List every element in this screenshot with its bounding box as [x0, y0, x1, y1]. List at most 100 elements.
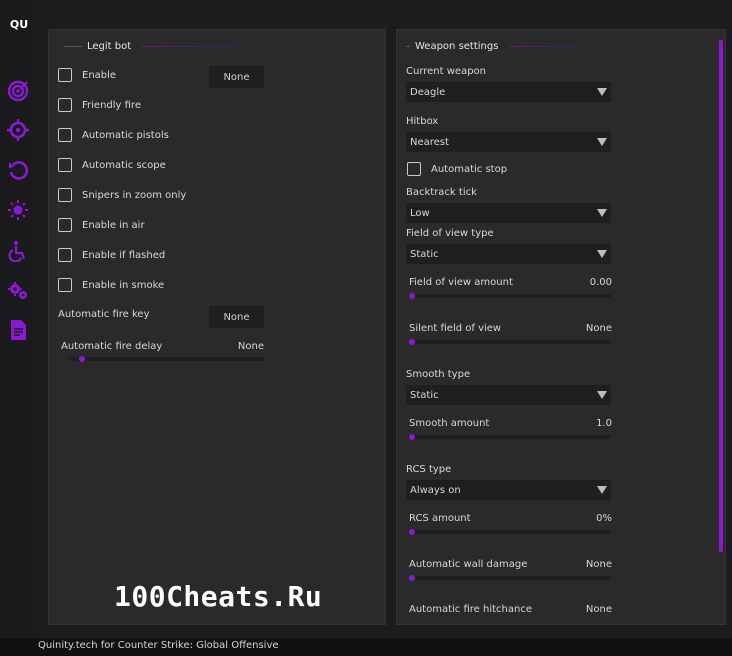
- status-text: Quinity.tech for Counter Strike: Global …: [38, 640, 279, 651]
- watermark: 100Cheats.Ru: [114, 580, 323, 613]
- backtrack-label: Backtrack tick: [406, 187, 477, 198]
- automatic-stop-row[interactable]: Automatic stop: [407, 161, 507, 177]
- rcs-type-value: Always on: [410, 484, 461, 496]
- wall-damage-value: None: [585, 559, 612, 570]
- smooth-amount-value: 1.0: [596, 418, 612, 429]
- wall-damage-label: Automatic wall damage: [409, 559, 528, 570]
- checkbox-row-automatic-pistols[interactable]: Automatic pistols: [58, 127, 169, 143]
- backtrack-dropdown[interactable]: Low: [406, 203, 611, 223]
- slider-handle[interactable]: [409, 434, 415, 440]
- fov-amount-slider[interactable]: [409, 293, 611, 299]
- checkbox-row-enable-in-air[interactable]: Enable in air: [58, 217, 145, 233]
- weapon-settings-scrollbar[interactable]: [719, 40, 723, 552]
- wall-damage-slider[interactable]: [409, 575, 611, 581]
- rcs-amount-value: 0%: [596, 513, 612, 524]
- legit-bot-panel: Legit bot None Enable Friendly fire Automa…: [48, 29, 386, 625]
- chevron-down-icon: [597, 486, 607, 494]
- chevron-down-icon: [597, 391, 607, 399]
- current-weapon-dropdown[interactable]: Deagle: [406, 82, 611, 102]
- chevron-down-icon: [597, 209, 607, 217]
- snipers-in-zoom-only-checkbox[interactable]: [58, 188, 72, 202]
- app-logo: QU: [9, 18, 29, 31]
- reload-icon[interactable]: [7, 159, 29, 181]
- checkbox-row-enable-if-flashed[interactable]: Enable if flashed: [58, 247, 165, 263]
- fire-delay-value: None: [237, 341, 264, 352]
- chevron-down-icon: [597, 138, 607, 146]
- enable-if-flashed-checkbox[interactable]: [58, 248, 72, 262]
- enable-in-smoke-label: Enable in smoke: [82, 279, 165, 291]
- fov-type-label: Field of view type: [406, 228, 494, 239]
- silent-fov-slider[interactable]: [409, 339, 611, 345]
- friendly-fire-label: Friendly fire: [82, 99, 141, 111]
- weapon-settings-panel: Weapon settings Current weapon Deagle Hi…: [396, 29, 726, 625]
- title-divider-left: [64, 46, 82, 47]
- current-weapon-label: Current weapon: [406, 66, 486, 77]
- target-icon[interactable]: [7, 80, 29, 102]
- checkbox-row-friendly-fire[interactable]: Friendly fire: [58, 97, 141, 113]
- smooth-amount-slider[interactable]: [409, 434, 611, 440]
- slider-handle[interactable]: [409, 293, 415, 299]
- checkbox-row-snipers-in-zoom-only[interactable]: Snipers in zoom only: [58, 187, 186, 203]
- automatic-stop-checkbox[interactable]: [407, 162, 421, 176]
- automatic-scope-checkbox[interactable]: [58, 158, 72, 172]
- chevron-down-icon: [597, 250, 607, 258]
- hitbox-label: Hitbox: [406, 116, 439, 127]
- slider-handle[interactable]: [409, 339, 415, 345]
- fov-amount-value: 0.00: [589, 277, 612, 288]
- crosshair-icon[interactable]: [7, 119, 29, 141]
- silent-fov-label: Silent field of view: [409, 323, 502, 334]
- fire-delay-slider[interactable]: [69, 356, 265, 362]
- fov-amount-label: Field of view amount: [409, 277, 513, 288]
- fire-key-label: Automatic fire key: [58, 309, 150, 320]
- title-divider-right: [141, 46, 291, 47]
- snipers-in-zoom-only-label: Snipers in zoom only: [82, 189, 187, 201]
- fov-type-dropdown[interactable]: Static: [406, 244, 611, 264]
- hitchance-value: None: [585, 604, 612, 615]
- legit-bot-title: Legit bot: [87, 41, 132, 52]
- fov-type-value: Static: [410, 248, 439, 260]
- automatic-stop-label: Automatic stop: [431, 163, 508, 175]
- title-divider-left: [406, 46, 410, 47]
- weapon-settings-title: Weapon settings: [415, 41, 499, 52]
- automatic-pistols-checkbox[interactable]: [58, 128, 72, 142]
- checkbox-row-enable-in-smoke[interactable]: Enable in smoke: [58, 277, 164, 293]
- smooth-type-value: Static: [410, 389, 439, 401]
- automatic-scope-label: Automatic scope: [82, 159, 166, 171]
- current-weapon-value: Deagle: [410, 86, 446, 98]
- rcs-amount-label: RCS amount: [409, 513, 471, 524]
- sun-icon[interactable]: [7, 199, 29, 221]
- document-icon[interactable]: [7, 319, 29, 341]
- rcs-amount-slider[interactable]: [409, 529, 611, 535]
- smooth-amount-label: Smooth amount: [409, 418, 490, 429]
- slider-handle[interactable]: [409, 529, 415, 535]
- rcs-type-label: RCS type: [406, 464, 452, 475]
- checkbox-row-enable[interactable]: Enable: [58, 67, 116, 83]
- enable-in-air-label: Enable in air: [82, 219, 145, 231]
- enable-if-flashed-label: Enable if flashed: [82, 249, 166, 261]
- hitbox-value: Nearest: [410, 136, 449, 148]
- enable-in-smoke-checkbox[interactable]: [58, 278, 72, 292]
- sidebar: QU: [0, 0, 38, 638]
- smooth-type-dropdown[interactable]: Static: [406, 385, 611, 405]
- enable-in-air-checkbox[interactable]: [58, 218, 72, 232]
- gears-icon[interactable]: [7, 280, 29, 302]
- slider-handle[interactable]: [78, 356, 85, 362]
- status-bar: Quinity.tech for Counter Strike: Global …: [0, 638, 732, 656]
- main-area: Legit bot None Enable Friendly fire Automa…: [38, 0, 732, 638]
- enable-label: Enable: [82, 69, 117, 81]
- enable-checkbox[interactable]: [58, 68, 72, 82]
- hitbox-dropdown[interactable]: Nearest: [406, 132, 611, 152]
- wheelchair-icon[interactable]: [7, 240, 29, 262]
- enable-keybind[interactable]: None: [209, 66, 264, 88]
- checkbox-row-automatic-scope[interactable]: Automatic scope: [58, 157, 166, 173]
- hitchance-label: Automatic fire hitchance: [409, 604, 532, 615]
- automatic-pistols-label: Automatic pistols: [82, 129, 169, 141]
- silent-fov-value: None: [585, 323, 612, 334]
- title-divider-right: [509, 46, 619, 47]
- backtrack-value: Low: [410, 207, 430, 219]
- friendly-fire-checkbox[interactable]: [58, 98, 72, 112]
- fire-key-keybind[interactable]: None: [209, 306, 264, 328]
- slider-handle[interactable]: [409, 575, 415, 581]
- chevron-down-icon: [597, 88, 607, 96]
- rcs-type-dropdown[interactable]: Always on: [406, 480, 611, 500]
